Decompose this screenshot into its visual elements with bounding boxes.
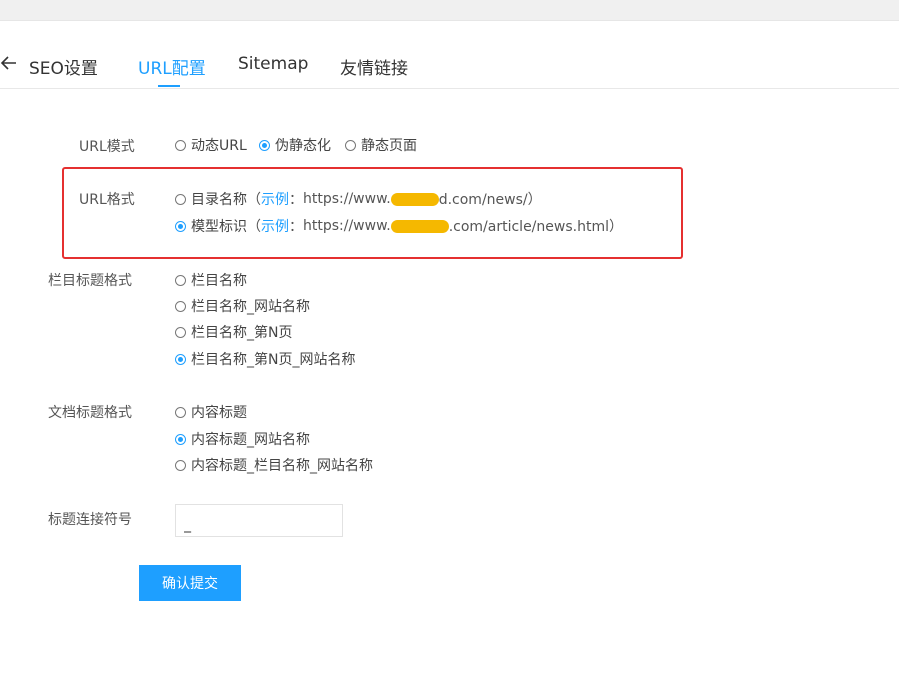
tab-seo-settings[interactable]: SEO设置 (29, 54, 98, 79)
tab-sitemap[interactable]: Sitemap (238, 54, 308, 74)
url-mode-option-dynamic[interactable]: 动态URL (175, 135, 247, 155)
option-label: 动态URL (191, 138, 247, 154)
url-format-label: URL格式 (79, 192, 135, 208)
radio-button[interactable] (175, 300, 186, 312)
example-url-start: https://www. (303, 218, 391, 234)
option-label: 内容标题_栏目名称_网站名称 (191, 458, 373, 474)
radio-button[interactable] (175, 406, 186, 418)
radio-button[interactable] (175, 193, 186, 205)
radio-button-checked[interactable] (259, 139, 270, 151)
example-label: 示例 (261, 219, 289, 235)
option-label: 栏目名称_第N页 (191, 325, 293, 341)
column-title-format-label: 栏目标题格式 (48, 273, 132, 289)
submit-button[interactable]: 确认提交 (139, 565, 241, 601)
doc-title-format-label: 文档标题格式 (48, 405, 132, 421)
column-title-option-2[interactable]: 栏目名称_网站名称 (175, 296, 310, 316)
option-label: 伪静态化 (275, 138, 331, 154)
example-url-start: https://www. (303, 191, 391, 207)
url-format-option-directory[interactable]: 目录名称 （ 示例 ： https://www. d.com/news/） (175, 189, 542, 209)
radio-button[interactable] (175, 139, 186, 151)
url-format-option-model-id[interactable]: 模型标识 （ 示例 ： https://www. .com/article/ne… (175, 216, 623, 236)
tab-bar: SEO设置 URL配置 Sitemap 友情链接 (0, 40, 899, 89)
column-title-option-1[interactable]: 栏目名称 (175, 270, 247, 290)
url-mode-option-pseudo-static[interactable]: 伪静态化 (259, 135, 331, 155)
highlight-annotation-box (62, 167, 683, 259)
option-label: 模型标识 (191, 219, 247, 235)
url-mode-option-static[interactable]: 静态页面 (345, 135, 417, 155)
radio-button[interactable] (175, 326, 186, 338)
radio-button[interactable] (175, 459, 186, 471)
radio-button[interactable] (345, 139, 356, 151)
doc-title-option-2[interactable]: 内容标题_网站名称 (175, 429, 310, 449)
option-label: 目录名称 (191, 192, 247, 208)
example-open-paren: （ (247, 219, 261, 235)
example-url-end: .com/article/news.html） (448, 219, 623, 235)
radio-button-checked[interactable] (175, 433, 186, 445)
example-label: 示例 (261, 192, 289, 208)
radio-button-checked[interactable] (175, 220, 186, 232)
active-tab-indicator (158, 85, 180, 87)
url-mode-label: URL模式 (79, 139, 135, 155)
option-label: 栏目名称_第N页_网站名称 (191, 352, 356, 368)
option-label: 栏目名称_网站名称 (191, 299, 310, 315)
radio-button-checked[interactable] (175, 353, 186, 365)
example-open-paren: （ (247, 192, 261, 208)
column-title-option-4[interactable]: 栏目名称_第N页_网站名称 (175, 349, 355, 369)
redaction-mark (390, 192, 439, 206)
top-bar (0, 0, 899, 21)
option-label: 栏目名称 (191, 273, 247, 289)
radio-button[interactable] (175, 274, 186, 286)
column-title-option-3[interactable]: 栏目名称_第N页 (175, 322, 292, 342)
option-label: 内容标题_网站名称 (191, 432, 310, 448)
doc-title-option-3[interactable]: 内容标题_栏目名称_网站名称 (175, 455, 373, 475)
tab-friend-links[interactable]: 友情链接 (340, 54, 408, 79)
example-url-end: d.com/news/） (438, 192, 542, 208)
option-label: 静态页面 (361, 138, 417, 154)
redaction-mark (390, 219, 449, 233)
example-separator: ： (289, 192, 303, 208)
option-label: 内容标题 (191, 405, 247, 421)
title-separator-input[interactable] (175, 504, 343, 537)
back-arrow-icon[interactable] (0, 54, 18, 72)
title-separator-label: 标题连接符号 (48, 512, 132, 528)
doc-title-option-1[interactable]: 内容标题 (175, 402, 247, 422)
example-separator: ： (289, 219, 303, 235)
tab-url-config[interactable]: URL配置 (138, 54, 206, 79)
